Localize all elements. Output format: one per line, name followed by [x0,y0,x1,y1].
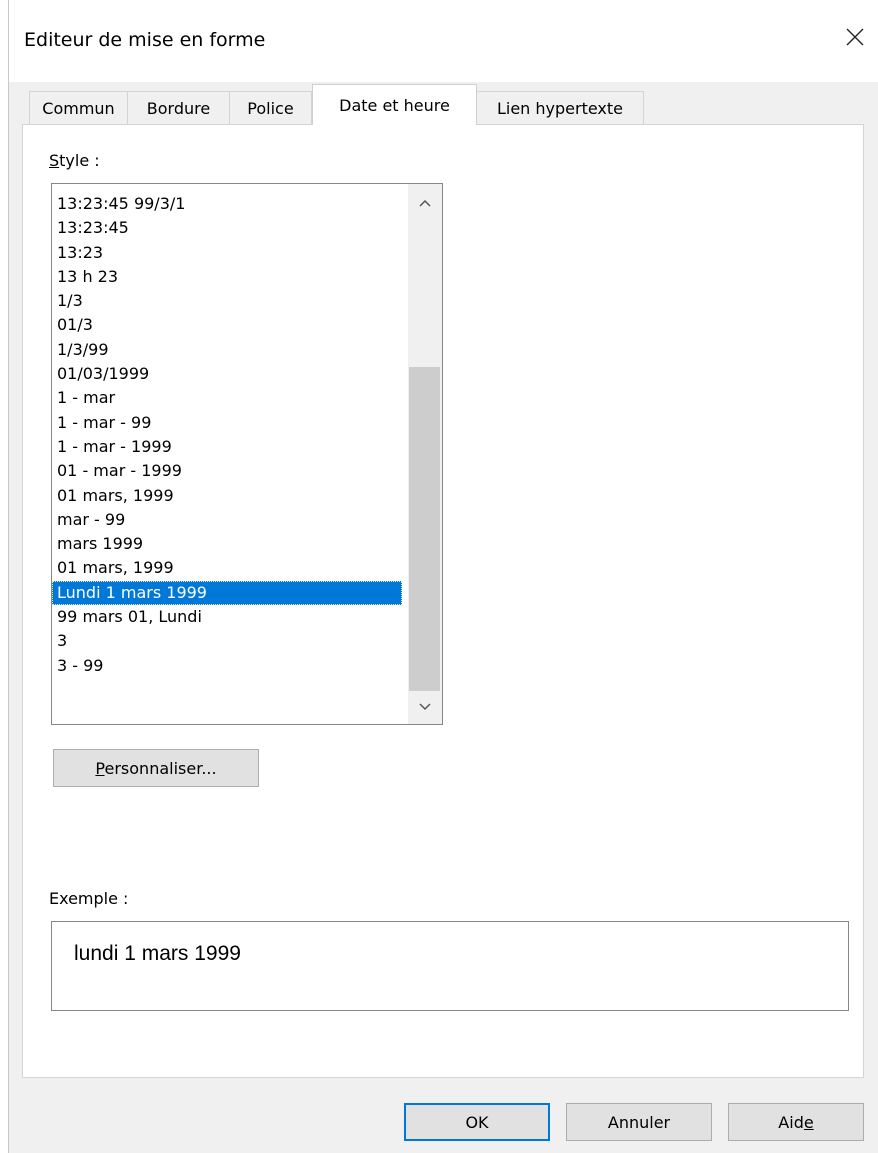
tab-police[interactable]: Police [229,91,312,124]
list-item[interactable]: 1/3 [52,289,402,313]
list-item[interactable]: 13 h 23 [52,265,402,289]
ok-button[interactable]: OK [404,1103,550,1141]
list-item[interactable]: 1 - mar [52,386,402,410]
list-item[interactable]: 3 - 99 [52,654,402,678]
list-item[interactable]: 13:23:45 99/3/1 [52,192,402,216]
help-button[interactable]: Aide [728,1103,864,1141]
example-preview-box: lundi 1 mars 1999 [51,921,849,1011]
style-list-items: 13:23:45 99/3/1 13:23:45 13:23 13 h 23 1… [52,192,402,678]
style-label-accel: S [49,151,60,170]
ok-button-label: OK [465,1112,489,1132]
tab-label: Police [247,98,294,118]
tab-lien-hypertexte[interactable]: Lien hypertexte [476,91,644,124]
personnaliser-button[interactable]: Personnaliser... [53,749,259,787]
help-button-label: Aide [778,1112,814,1132]
tab-bordure[interactable]: Bordure [127,91,230,124]
scroll-thumb[interactable] [409,367,440,691]
list-item[interactable]: 99 mars 01, Lundi [52,605,402,629]
list-item[interactable]: 13:23:45 [52,216,402,240]
list-item[interactable]: 3 [52,629,402,653]
style-label: Style : [49,151,100,170]
list-item[interactable]: mars 1999 [52,532,402,556]
style-listbox[interactable]: 13:23:45 99/3/1 13:23:45 13:23 13 h 23 1… [51,183,443,725]
chevron-up-icon [419,199,431,207]
list-item[interactable]: mar - 99 [52,508,402,532]
cancel-button-label: Annuler [607,1112,671,1132]
tab-date-et-heure[interactable]: Date et heure [312,84,477,125]
tab-label: Lien hypertexte [496,98,624,118]
list-item[interactable]: 1 - mar - 99 [52,411,402,435]
tab-commun[interactable]: Commun [29,91,128,124]
list-item[interactable]: 1 - mar - 1999 [52,435,402,459]
cancel-button[interactable]: Annuler [566,1103,712,1141]
close-button[interactable] [832,14,878,60]
example-preview-text: lundi 1 mars 1999 [74,942,241,965]
list-item[interactable]: 01 mars, 1999 [52,484,402,508]
window-title: Editeur de mise en forme [24,29,266,51]
list-item-selected[interactable]: Lundi 1 mars 1999 [52,580,402,606]
tab-label: Date et heure [339,95,450,115]
listbox-scrollbar[interactable] [408,184,442,724]
date-time-panel: Style : 13:23:45 99/3/1 13:23:45 13:23 1… [22,124,864,1078]
tab-label: Commun [42,98,115,118]
list-item[interactable]: 01/3 [52,313,402,337]
tab-label: Bordure [146,98,211,118]
scroll-down-button[interactable] [408,690,442,724]
chevron-down-icon [419,703,431,711]
left-window-edge [0,0,9,1153]
close-icon [846,28,864,46]
scroll-up-button[interactable] [408,186,442,220]
personnaliser-button-label: Personnaliser... [95,758,217,778]
example-label: Exemple : [49,889,129,908]
title-bar: Editeur de mise en forme [9,0,878,82]
list-item[interactable]: 1/3/99 [52,338,402,362]
list-item[interactable]: 01/03/1999 [52,362,402,386]
list-item[interactable]: 01 - mar - 1999 [52,459,402,483]
list-item[interactable]: 01 mars, 1999 [52,556,402,580]
list-item[interactable]: 13:23 [52,241,402,265]
style-label-rest: tyle : [59,151,100,170]
